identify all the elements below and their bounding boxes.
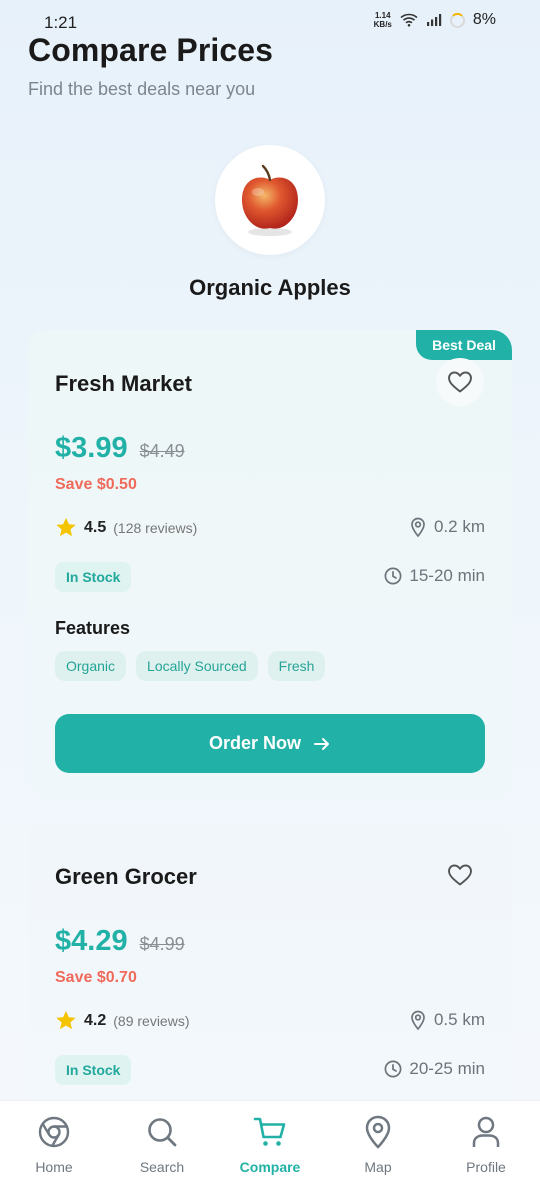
page-title: Compare Prices bbox=[28, 32, 274, 68]
profile-icon bbox=[469, 1115, 503, 1149]
delivery-time: 20-25 min bbox=[384, 1059, 485, 1079]
signal-icon bbox=[426, 14, 442, 26]
battery-level: 8% bbox=[472, 11, 496, 28]
apple-image bbox=[242, 164, 298, 236]
home-icon bbox=[37, 1115, 71, 1149]
cart-icon bbox=[253, 1115, 287, 1149]
nav-label: Search bbox=[139, 1159, 185, 1175]
rating-value: 4.2 bbox=[84, 1011, 107, 1029]
favorite-button[interactable] bbox=[436, 851, 484, 899]
store-name: Green Grocer bbox=[55, 864, 197, 889]
location-pin-icon bbox=[411, 1010, 425, 1030]
distance: 0.5 km bbox=[410, 1010, 485, 1030]
store-card[interactable]: Green Grocer $4.29 $4.99 Save $0.70 4.2 … bbox=[28, 823, 512, 1123]
stock-badge: In Stock bbox=[55, 1055, 132, 1085]
nav-label: Compare bbox=[239, 1159, 301, 1175]
distance: 0.2 km bbox=[410, 517, 485, 537]
review-count: (89 reviews) bbox=[113, 1012, 190, 1029]
wifi-icon bbox=[400, 13, 418, 27]
nav-item-profile[interactable]: Profile bbox=[432, 1101, 540, 1200]
price-row: $4.29 $4.99 bbox=[55, 925, 185, 958]
delivery-time: 15-20 min bbox=[384, 566, 485, 586]
battery-icon bbox=[449, 12, 465, 28]
order-now-label: Order Now bbox=[208, 733, 301, 753]
feature-tags: Organic Locally Sourced Fresh bbox=[55, 651, 326, 681]
nav-label: Map bbox=[364, 1159, 392, 1175]
rating: 4.5 (128 reviews) bbox=[55, 517, 197, 538]
price: $4.29 bbox=[55, 925, 128, 957]
page-header: Compare Prices Find the best deals near … bbox=[28, 32, 273, 100]
features-title: Features bbox=[55, 618, 131, 638]
page-subtitle: Find the best deals near you bbox=[28, 79, 256, 99]
bottom-nav: Home Search Compare Map Profile bbox=[0, 1100, 540, 1200]
map-pin-icon bbox=[361, 1115, 395, 1149]
old-price: $4.49 bbox=[139, 441, 185, 461]
heart-icon bbox=[448, 864, 472, 886]
delivery-value: 20-25 min bbox=[409, 1059, 485, 1078]
clock-icon bbox=[384, 567, 402, 585]
nav-label: Profile bbox=[466, 1159, 506, 1175]
delivery-value: 15-20 min bbox=[409, 566, 485, 585]
old-price: $4.99 bbox=[139, 934, 185, 954]
nav-item-compare[interactable]: Compare bbox=[216, 1101, 324, 1200]
search-icon bbox=[145, 1115, 179, 1149]
arrow-right-icon bbox=[314, 737, 329, 750]
nav-item-home[interactable]: Home bbox=[0, 1101, 108, 1200]
savings-text: Save $0.50 bbox=[55, 476, 137, 493]
favorite-button[interactable] bbox=[436, 358, 484, 406]
nav-label: Home bbox=[35, 1159, 73, 1175]
nav-item-search[interactable]: Search bbox=[108, 1101, 216, 1200]
feature-tag: Organic bbox=[55, 651, 127, 681]
star-icon bbox=[56, 1010, 76, 1030]
rating: 4.2 (89 reviews) bbox=[55, 1010, 190, 1031]
store-name: Fresh Market bbox=[55, 371, 192, 396]
order-now-button[interactable]: Order Now bbox=[55, 714, 485, 773]
distance-value: 0.5 km bbox=[433, 1010, 485, 1029]
feature-tag: Fresh bbox=[267, 651, 326, 681]
price: $3.99 bbox=[55, 432, 128, 464]
review-count: (128 reviews) bbox=[113, 519, 198, 536]
stock-badge: In Stock bbox=[55, 562, 132, 592]
star-icon bbox=[56, 517, 76, 537]
distance-value: 0.2 km bbox=[433, 517, 485, 536]
price-row: $3.99 $4.49 bbox=[55, 432, 185, 465]
heart-icon bbox=[448, 371, 472, 393]
clock-icon bbox=[384, 1060, 402, 1078]
location-pin-icon bbox=[411, 517, 425, 537]
product-image bbox=[215, 145, 325, 255]
network-speed: 1.14 KB/s bbox=[373, 11, 392, 29]
status-time: 1:21 bbox=[44, 13, 78, 32]
rating-value: 4.5 bbox=[84, 518, 107, 536]
best-deal-badge: Best Deal bbox=[416, 330, 512, 360]
nav-item-map[interactable]: Map bbox=[324, 1101, 432, 1200]
feature-tag: Locally Sourced bbox=[136, 651, 258, 681]
product-name: Organic Apples bbox=[189, 275, 351, 300]
store-card[interactable]: Best Deal Fresh Market $3.99 $4.49 Save … bbox=[28, 330, 512, 800]
savings-text: Save $0.70 bbox=[55, 969, 137, 986]
status-icons: 1.14 KB/s 8% bbox=[374, 11, 496, 29]
